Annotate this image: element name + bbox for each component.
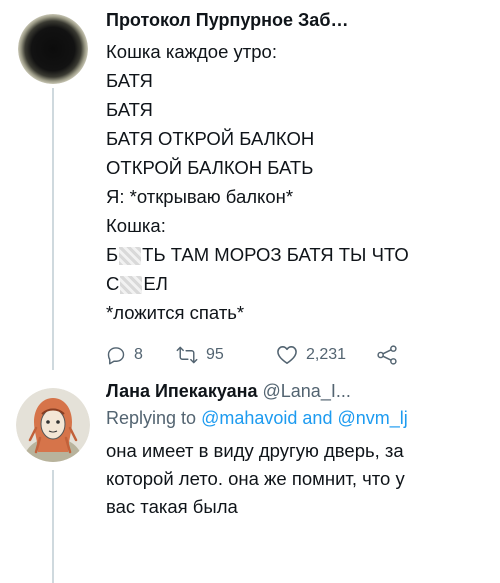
tweet-line: БАТЯ ОТКРОЙ БАЛКОН <box>106 128 315 149</box>
like-button[interactable]: 2,231 <box>276 345 376 365</box>
replying-to-label: Replying to <box>106 408 197 428</box>
retweet-button[interactable]: 95 <box>176 345 276 365</box>
reply-icon <box>106 345 126 365</box>
tweet-line-rest: ТЬ ТАМ МОРОЗ БАТЯ ТЫ ЧТО <box>142 244 409 265</box>
mention-link[interactable]: @nvm_lj <box>337 408 407 428</box>
avatar[interactable] <box>16 388 90 462</box>
tweet-line: она имеет в виду другую дверь, за <box>106 440 404 461</box>
tweet-line-rest: ЕЛ <box>143 273 168 294</box>
reply-count: 8 <box>134 346 143 363</box>
tweet-text: Кошка каждое утро: БАТЯ БАТЯ БАТЯ ОТКРОЙ… <box>106 37 488 327</box>
reply-button[interactable]: 8 <box>106 345 176 365</box>
tweet-line: С ЕЛ <box>106 269 488 298</box>
tweet: Протокол Пурпурное Заб… Кошка каждое утр… <box>106 10 488 365</box>
retweet-icon <box>176 345 198 365</box>
tweet-line: Кошка: <box>106 215 166 236</box>
author-handle[interactable]: @Lana_I... <box>263 381 351 402</box>
share-button[interactable] <box>376 345 398 365</box>
mention-and: and <box>302 408 333 428</box>
tweet-line: БАТЯ <box>106 99 153 120</box>
action-bar: 8 95 2,231 <box>106 345 488 365</box>
censor-mark <box>119 247 142 266</box>
tweet-line: БАТЯ <box>106 70 153 91</box>
tweet-line: Я: *открываю балкон* <box>106 186 294 207</box>
tweet-line-start: С <box>106 273 120 294</box>
replying-to: Replying to @mahavoid and @nvm_lj <box>106 408 488 429</box>
mention-link[interactable]: @mahavoid <box>201 408 297 428</box>
tweet-line: *ложится спать* <box>106 302 245 323</box>
tweet-line: Кошка каждое утро: <box>106 41 277 62</box>
tweet-line: которой лето. она же помнит, что у <box>106 468 405 489</box>
author-name[interactable]: Протокол Пурпурное Заб… <box>106 10 348 31</box>
retweet-count: 95 <box>206 346 224 363</box>
heart-icon <box>276 345 298 365</box>
tweet: Лана Ипекакуана @Lana_I... Replying to @… <box>106 381 488 521</box>
tweet-text: она имеет в виду другую дверь, за которо… <box>106 437 488 521</box>
share-icon <box>376 345 398 365</box>
censor-mark <box>120 276 143 295</box>
tweet-line: ОТКРОЙ БАЛКОН БАТЬ <box>106 157 314 178</box>
thread-line <box>52 88 54 370</box>
like-count: 2,231 <box>306 346 347 363</box>
tweet-line: вас такая была <box>106 496 238 517</box>
author-name[interactable]: Лана Ипекакуана <box>106 381 258 402</box>
tweet-line-start: Б <box>106 244 119 265</box>
avatar[interactable] <box>18 14 88 84</box>
tweet-line: Б ТЬ ТАМ МОРОЗ БАТЯ ТЫ ЧТО <box>106 240 488 269</box>
thread-line <box>52 470 54 583</box>
